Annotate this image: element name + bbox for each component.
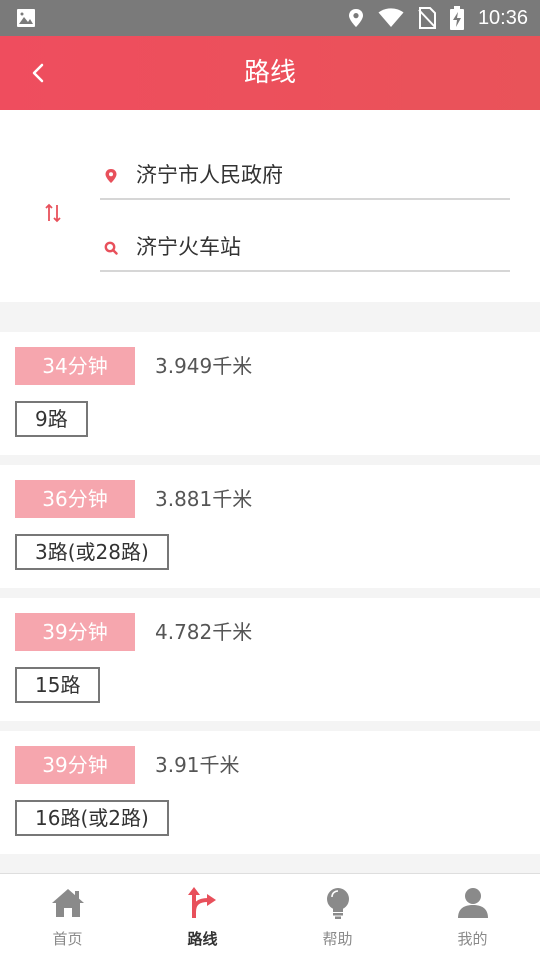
no-sim-icon	[418, 7, 436, 29]
top-app-bar: 路线	[0, 36, 540, 110]
tab-label: 帮助	[322, 930, 353, 948]
tab-label: 首页	[52, 930, 83, 948]
tab-label: 我的	[457, 930, 488, 948]
bottom-tab-bar: 首页 路线 帮助 我的	[0, 873, 540, 961]
route-icon	[187, 887, 216, 918]
tab-home[interactable]: 首页	[0, 874, 135, 961]
tab-mine[interactable]: 我的	[405, 874, 540, 961]
route-distance: 3.949千米	[155, 354, 253, 378]
route-item[interactable]: 39分钟 4.782千米 15路	[0, 598, 540, 721]
route-list: 34分钟 3.949千米 9路 36分钟 3.881千米 3路(或28路) 39…	[0, 332, 540, 864]
page-title: 路线	[243, 58, 296, 88]
search-icon	[104, 241, 118, 255]
tab-route[interactable]: 路线	[135, 874, 270, 961]
user-icon	[457, 888, 488, 918]
route-distance: 3.881千米	[155, 487, 253, 511]
bus-line-tag: 9路	[15, 401, 88, 437]
status-time: 10:36	[477, 7, 528, 29]
duration-badge: 39分钟	[15, 746, 135, 784]
lightbulb-icon	[326, 888, 349, 919]
bus-line-tag: 3路(或28路)	[15, 534, 169, 570]
tab-label: 路线	[187, 930, 218, 948]
wifi-icon	[378, 8, 404, 27]
route-distance: 4.782千米	[155, 620, 253, 644]
origin-input[interactable]	[136, 154, 496, 196]
destination-input[interactable]	[136, 226, 496, 268]
status-bar: 10:36	[0, 0, 540, 36]
bus-line-tag: 15路	[15, 667, 101, 703]
duration-badge: 39分钟	[15, 613, 135, 651]
duration-badge: 36分钟	[15, 480, 135, 518]
route-item[interactable]: 36分钟 3.881千米 3路(或28路)	[0, 465, 540, 588]
battery-charging-icon	[449, 6, 464, 30]
bus-line-tag: 16路(或2路)	[15, 800, 169, 836]
image-notification-icon	[17, 9, 35, 27]
origin-row	[100, 154, 510, 200]
home-icon	[51, 889, 84, 917]
duration-badge: 34分钟	[15, 347, 135, 385]
location-pin-icon	[105, 169, 117, 183]
status-icons: 10:36	[348, 6, 528, 30]
destination-row	[100, 226, 510, 272]
tab-help[interactable]: 帮助	[270, 874, 405, 961]
swap-icon[interactable]	[44, 202, 62, 224]
route-search-panel	[0, 110, 540, 302]
route-item[interactable]: 39分钟 3.91千米 16路(或2路)	[0, 731, 540, 854]
route-item[interactable]: 34分钟 3.949千米 9路	[0, 332, 540, 455]
location-icon	[348, 9, 363, 27]
route-distance: 3.91千米	[155, 753, 240, 777]
